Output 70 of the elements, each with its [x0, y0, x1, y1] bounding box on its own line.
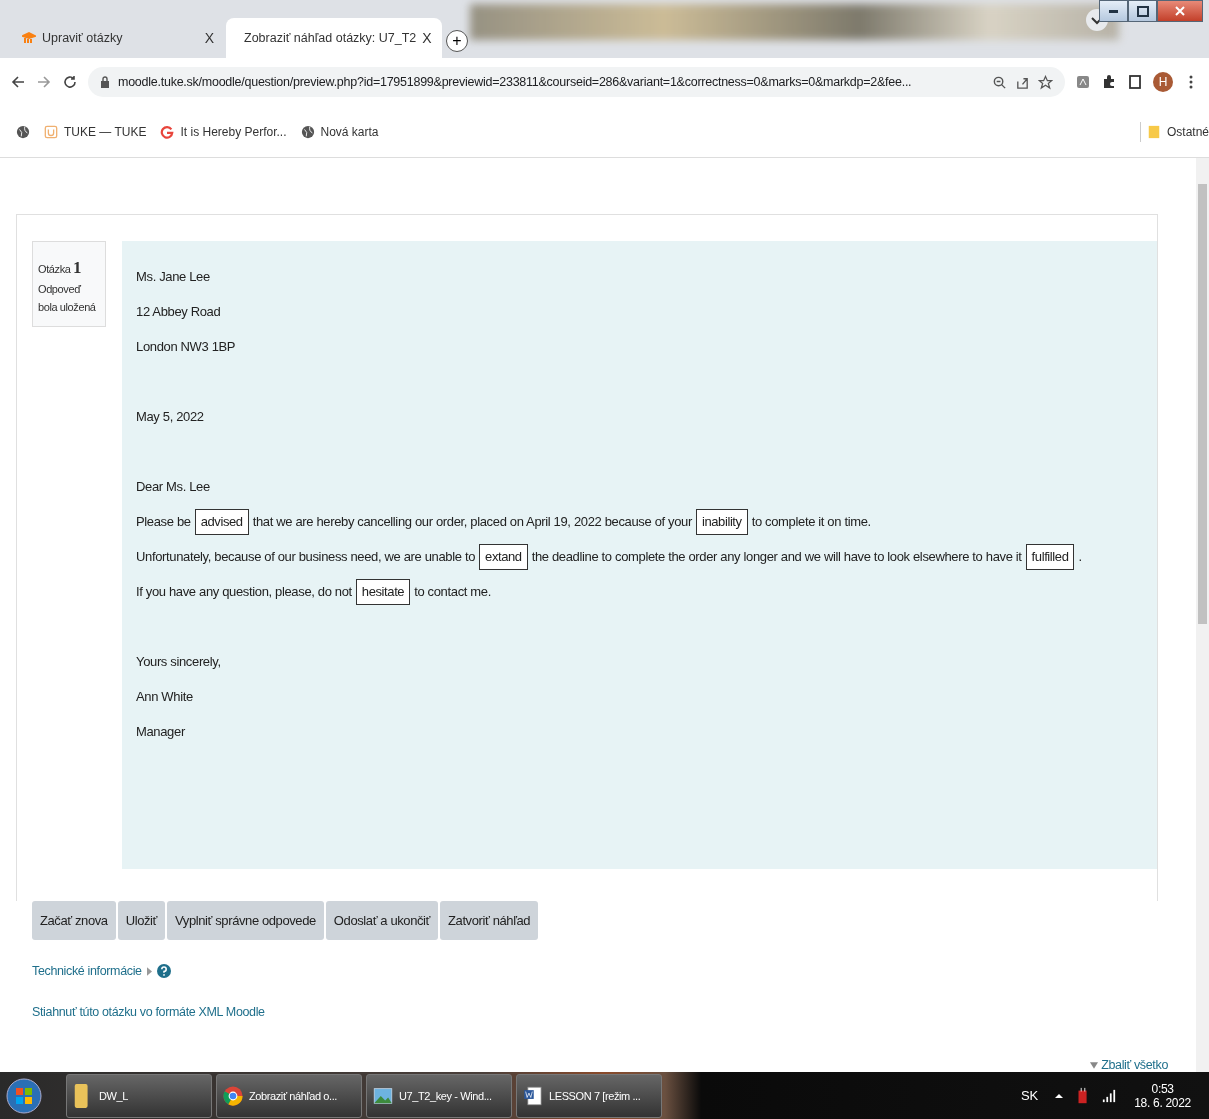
answer-field[interactable]: inability [695, 508, 748, 535]
other-bookmarks[interactable]: Ostatné [1146, 124, 1209, 139]
moodle-hat-icon [22, 31, 36, 45]
lock-icon [100, 76, 110, 88]
letter-text: May 5, 2022 [136, 409, 204, 424]
help-icon[interactable] [156, 964, 171, 978]
letter-text: Ms. Jane Lee [136, 269, 210, 284]
globe-icon[interactable] [16, 124, 30, 139]
action-button[interactable]: Uložiť [117, 901, 166, 940]
letter-text: Dear Ms. Lee [136, 479, 210, 494]
letter-text: 12 Abbey Road [136, 304, 221, 319]
minimize-button[interactable] [1099, 0, 1128, 22]
reload-icon[interactable] [62, 74, 78, 90]
taskbar-item[interactable]: Zobraziť náhľad o... [216, 1073, 362, 1118]
question-state: Odpoveď bola uložená [38, 282, 97, 315]
letter-text: If you have any question, please, do not [136, 584, 352, 599]
action-button[interactable]: Zatvoriť náhľad [440, 901, 539, 940]
answer-field[interactable]: fulfilled [1025, 543, 1075, 570]
back-icon[interactable] [10, 74, 26, 90]
folder-icon [1146, 124, 1161, 139]
collapse-arrow-icon[interactable] [1090, 1062, 1099, 1069]
letter-text: . [1078, 549, 1082, 564]
scrollbar[interactable] [1196, 158, 1209, 1072]
close-icon [1175, 6, 1185, 16]
maximize-button[interactable] [1128, 0, 1157, 22]
bookmark[interactable]: It is Hereby Perfor... [160, 124, 287, 139]
new-tab-button[interactable]: + [446, 30, 468, 52]
close-button[interactable] [1157, 0, 1203, 22]
expand-arrow-icon[interactable] [146, 966, 152, 976]
letter-text: Yours sincerely, [136, 654, 221, 669]
google-g-icon [160, 124, 175, 139]
zoom-icon[interactable] [992, 74, 1007, 90]
globe-icon [300, 124, 315, 139]
clock[interactable]: 0:53 18. 6. 2022 [1134, 1081, 1191, 1110]
letter-text: to contact me. [414, 584, 491, 599]
letter-text: to complete it on time. [751, 514, 871, 529]
taskbar-item[interactable]: DW_L [66, 1073, 212, 1118]
browser-tab[interactable]: Zobraziť náhľad otázky: U7_T2 X [226, 18, 442, 58]
action-button[interactable]: Začať znova [32, 901, 116, 940]
profile-avatar[interactable]: H [1153, 72, 1173, 92]
answer-field[interactable]: advised [194, 508, 249, 535]
side-panel-icon[interactable] [1127, 74, 1143, 90]
star-icon[interactable] [1038, 74, 1053, 90]
letter-text: that we are hereby cancelling our order, placed on April 19, 2022 because of your [252, 514, 692, 529]
pdf-extension-icon[interactable] [1075, 74, 1091, 90]
download-xml-link[interactable]: Stiahnuť túto otázku vo formáte XML Moodle [32, 1005, 265, 1019]
technical-info-link[interactable]: Technické informácie [32, 964, 142, 978]
letter-text: Ann White [136, 689, 193, 704]
letter-text: the deadline to complete the order any longer and we will have to look elsewhere to have it [531, 549, 1022, 564]
taskbar-item[interactable]: U7_T2_key - Wind... [366, 1073, 512, 1118]
forward-icon[interactable] [36, 74, 52, 90]
letter-text: Please be [136, 514, 191, 529]
url-text: moodle.tuke.sk/moodle/question/preview.php?id=17951899&previewid=233811&courseid=286&variant=1&correctness=0&marks=0&markdp=2&fee... [118, 75, 913, 89]
puzzle-icon[interactable] [1101, 74, 1117, 90]
browser-tab[interactable]: Upraviť otázky X [10, 18, 226, 58]
tuke-logo-icon [44, 124, 58, 139]
start-button[interactable] [6, 1077, 42, 1114]
action-button[interactable]: Odoslať a ukončiť [325, 901, 439, 940]
answer-field[interactable]: hesitate [355, 578, 411, 605]
language-indicator[interactable]: SK [1020, 1088, 1039, 1103]
letter-text: London NW3 1BP [136, 339, 236, 354]
address-bar[interactable]: moodle.tuke.sk/moodle/question/preview.php?id=17951899&previewid=233811&courseid=286&variant=1&correctness=0&marks=0&markdp=2&fee... [88, 67, 1065, 97]
question-number: Otázka 1 [38, 257, 83, 279]
bookmark[interactable]: Nová karta [300, 124, 379, 139]
answer-field[interactable]: extand [479, 543, 528, 570]
letter-text: Unfortunately, because of our business need, we are unable to [136, 549, 476, 564]
taskbar-item[interactable]: LESSON 7 [režim ... [516, 1073, 662, 1118]
bookmark[interactable]: TUKE — TUKE [44, 124, 147, 139]
letter-text: Manager [136, 724, 185, 739]
action-button[interactable]: Vyplniť správne odpovede [167, 901, 324, 940]
